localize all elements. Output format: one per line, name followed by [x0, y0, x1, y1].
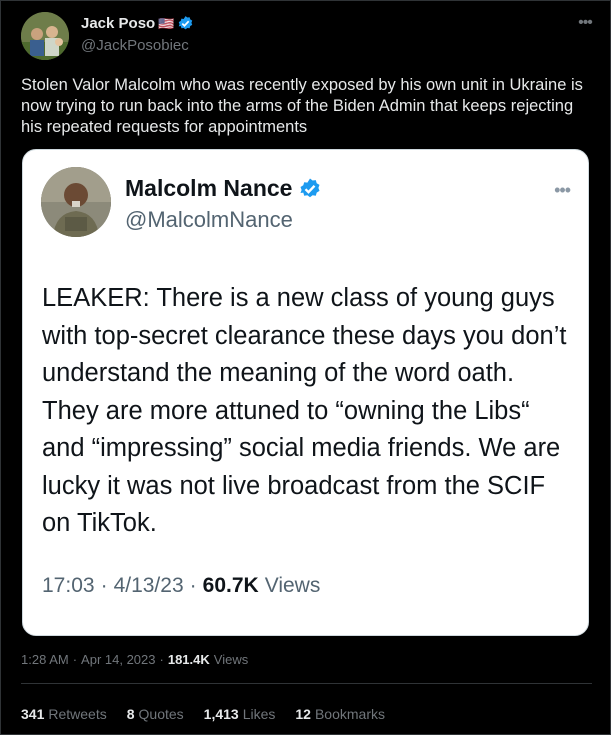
- quoted-tweet-meta: 17:03 · 4/13/23 · 60.7K Views: [42, 574, 320, 598]
- tweet-date[interactable]: Apr 14, 2023: [81, 652, 155, 667]
- quoted-name-row: Malcolm Nance: [125, 175, 322, 202]
- tweet-header: Jack Poso 🇺🇸 @JackPosobiec •••: [21, 12, 596, 62]
- retweets-label: Retweets: [48, 706, 107, 722]
- quotes-count: 8: [126, 706, 135, 722]
- quoted-date: 4/13/23: [113, 574, 184, 597]
- separator: ·: [189, 574, 197, 597]
- separator: ·: [72, 652, 78, 667]
- author-name-row: Jack Poso 🇺🇸: [81, 15, 194, 32]
- more-horizontal-icon: •••: [554, 180, 571, 200]
- likes-label: Likes: [242, 706, 276, 722]
- quotes-stat[interactable]: 8 Quotes: [127, 706, 184, 722]
- more-horizontal-icon[interactable]: •••: [574, 12, 596, 34]
- views-count: 181.4K: [167, 652, 210, 667]
- retweets-stat[interactable]: 341 Retweets: [21, 706, 107, 722]
- quoted-handle: @MalcolmNance: [125, 207, 293, 232]
- verified-badge-icon: [300, 178, 320, 197]
- quoted-tweet-image[interactable]: Malcolm Nance @MalcolmNance ••• LEAKER: …: [22, 149, 589, 636]
- likes-count: 1,413: [203, 706, 239, 722]
- quotes-label: Quotes: [138, 706, 184, 722]
- tweet-stats: 341 Retweets 8 Quotes 1,413 Likes 12 Boo…: [21, 706, 385, 722]
- quoted-author-avatar: [41, 167, 111, 237]
- quoted-display-name: Malcolm Nance: [125, 175, 293, 201]
- bookmarks-label: Bookmarks: [314, 706, 385, 722]
- author-avatar[interactable]: [21, 12, 69, 60]
- bookmarks-stat[interactable]: 12 Bookmarks: [295, 706, 385, 722]
- tweet-time[interactable]: 1:28 AM: [21, 652, 69, 667]
- tweet-card: Jack Poso 🇺🇸 @JackPosobiec ••• Stolen Va…: [0, 0, 611, 735]
- quoted-tweet-text: LEAKER: There is a new class of young gu…: [42, 284, 567, 537]
- quoted-time: 17:03: [42, 574, 95, 597]
- tweet-meta: 1:28 AM · Apr 14, 2023 · 181.4K Views: [21, 652, 248, 667]
- verified-badge-icon: [179, 16, 193, 30]
- quoted-views-label: Views: [264, 574, 321, 597]
- retweets-count: 341: [21, 706, 45, 722]
- views-label: Views: [213, 652, 249, 667]
- bookmarks-count: 12: [295, 706, 311, 722]
- separator: ·: [159, 652, 164, 667]
- us-flag-icon: 🇺🇸: [158, 15, 175, 31]
- tweet-text: Stolen Valor Malcolm who was recently ex…: [21, 76, 583, 136]
- divider: [21, 683, 592, 684]
- quoted-views-count: 60.7K: [202, 574, 259, 597]
- author-display-name[interactable]: Jack Poso: [81, 15, 155, 32]
- separator: ·: [100, 574, 108, 597]
- likes-stat[interactable]: 1,413 Likes: [204, 706, 276, 722]
- author-handle[interactable]: @JackPosobiec: [81, 37, 189, 54]
